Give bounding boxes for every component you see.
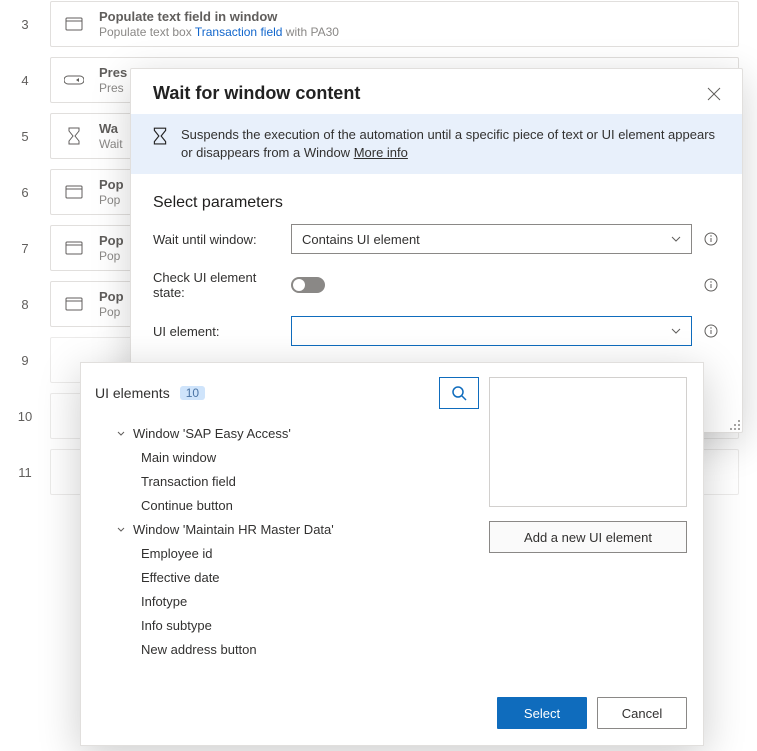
step-subtitle: Pop xyxy=(99,249,124,263)
ui-element-tree: Window 'SAP Easy Access' Main window Trans… xyxy=(95,421,479,661)
preview-box xyxy=(489,377,687,507)
tree-group[interactable]: Window 'Maintain HR Master Data' xyxy=(101,517,479,541)
picker-footer: Select Cancel xyxy=(81,687,703,745)
step-number: 8 xyxy=(0,297,50,312)
picker-header: UI elements 10 xyxy=(95,377,479,409)
info-icon[interactable] xyxy=(702,278,720,292)
step-title: Populate text field in window xyxy=(99,9,339,25)
tree-item[interactable]: New address button xyxy=(101,637,479,661)
more-info-link[interactable]: More info xyxy=(354,145,408,160)
step-title: Pop xyxy=(99,177,124,193)
step-title: Pop xyxy=(99,233,124,249)
chevron-down-icon xyxy=(671,328,681,334)
info-text: Suspends the execution of the automation… xyxy=(181,126,722,162)
step-number: 5 xyxy=(0,129,50,144)
step-number: 3 xyxy=(0,17,50,32)
ui-element-select[interactable] xyxy=(291,316,692,346)
info-banner: Suspends the execution of the automation… xyxy=(131,114,742,174)
tree-item[interactable]: Transaction field xyxy=(101,469,479,493)
tree-label: Info subtype xyxy=(141,618,212,633)
tree-label: Effective date xyxy=(141,570,220,585)
label-wait-until: Wait until window: xyxy=(153,232,291,247)
param-ui-element: UI element: xyxy=(131,308,742,354)
step-subtitle: Wait xyxy=(99,137,123,151)
tree-label: Main window xyxy=(141,450,216,465)
tree-label: New address button xyxy=(141,642,257,657)
step-title: Pres xyxy=(99,65,127,81)
step-subtitle: Pres xyxy=(99,81,127,95)
check-state-toggle[interactable] xyxy=(291,277,325,293)
label-ui-element: UI element: xyxy=(153,324,291,339)
tree-label: Employee id xyxy=(141,546,213,561)
flow-step[interactable]: 3 Populate text field in window Populate… xyxy=(0,0,757,48)
hourglass-icon xyxy=(151,127,169,145)
tree-label: Continue button xyxy=(141,498,233,513)
step-title: Pop xyxy=(99,289,124,305)
resize-grip-icon xyxy=(729,419,741,431)
press-icon xyxy=(63,74,85,86)
tree-label: Infotype xyxy=(141,594,187,609)
picker-title: UI elements xyxy=(95,385,170,401)
tree-label: Window 'Maintain HR Master Data' xyxy=(133,522,334,537)
step-number: 9 xyxy=(0,353,50,368)
step-subtitle: Populate text box Transaction field with… xyxy=(99,25,339,39)
tree-item[interactable]: Effective date xyxy=(101,565,479,589)
info-icon[interactable] xyxy=(702,324,720,338)
chevron-down-icon xyxy=(671,236,681,242)
window-icon xyxy=(63,17,85,31)
step-subtitle: Pop xyxy=(99,305,124,319)
step-number: 7 xyxy=(0,241,50,256)
step-subtitle: Pop xyxy=(99,193,124,207)
window-icon xyxy=(63,185,85,199)
wait-until-value: Contains UI element xyxy=(302,232,420,247)
ui-element-picker-popup: UI elements 10 Window 'SAP Easy Access' M… xyxy=(80,362,704,746)
step-title: Wa xyxy=(99,121,123,137)
tree-group[interactable]: Window 'SAP Easy Access' xyxy=(101,421,479,445)
wait-until-select[interactable]: Contains UI element xyxy=(291,224,692,254)
step-number: 11 xyxy=(0,465,50,480)
tree-item[interactable]: Info subtype xyxy=(101,613,479,637)
cancel-button[interactable]: Cancel xyxy=(597,697,687,729)
tree-item[interactable]: Main window xyxy=(101,445,479,469)
add-ui-element-button[interactable]: Add a new UI element xyxy=(489,521,687,553)
tree-item[interactable]: Continue button xyxy=(101,493,479,517)
label-check-state: Check UI element state: xyxy=(153,270,291,300)
dialog-title: Wait for window content xyxy=(153,83,360,104)
info-desc: Suspends the execution of the automation… xyxy=(181,127,715,160)
tree-label: Transaction field xyxy=(141,474,236,489)
search-button[interactable] xyxy=(439,377,479,409)
step-number: 6 xyxy=(0,185,50,200)
tree-label: Window 'SAP Easy Access' xyxy=(133,426,291,441)
param-check-state: Check UI element state: xyxy=(131,262,742,308)
step-number: 10 xyxy=(0,409,50,424)
step-card[interactable]: Populate text field in window Populate t… xyxy=(50,1,739,47)
hourglass-icon xyxy=(63,127,85,145)
window-icon xyxy=(63,241,85,255)
chevron-down-icon xyxy=(115,431,127,436)
select-button[interactable]: Select xyxy=(497,697,587,729)
param-wait-until: Wait until window: Contains UI element xyxy=(131,216,742,262)
picker-count-badge: 10 xyxy=(180,386,205,400)
window-icon xyxy=(63,297,85,311)
search-icon xyxy=(451,385,467,401)
info-icon[interactable] xyxy=(702,232,720,246)
close-icon[interactable] xyxy=(706,86,722,102)
section-heading: Select parameters xyxy=(131,174,742,216)
tree-item[interactable]: Employee id xyxy=(101,541,479,565)
dialog-header: Wait for window content xyxy=(131,69,742,114)
tree-item[interactable]: Infotype xyxy=(101,589,479,613)
step-number: 4 xyxy=(0,73,50,88)
chevron-down-icon xyxy=(115,527,127,532)
